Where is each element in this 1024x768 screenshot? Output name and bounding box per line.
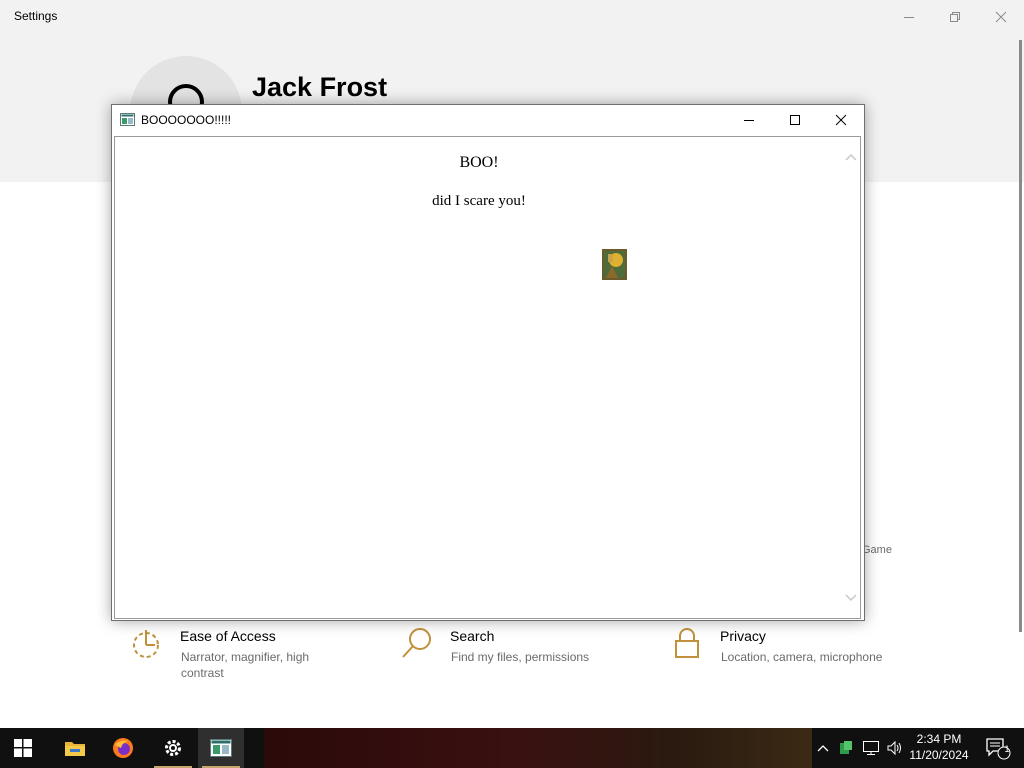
category-title: Privacy bbox=[720, 628, 766, 644]
boo-maximize-button[interactable] bbox=[772, 105, 818, 134]
show-hidden-icons-button[interactable] bbox=[814, 728, 832, 768]
settings-titlebar: Settings bbox=[0, 0, 1024, 34]
boo-app-taskbar-button[interactable] bbox=[198, 728, 244, 768]
notification-count: 1 bbox=[1004, 744, 1010, 754]
boo-minimize-button[interactable] bbox=[726, 105, 772, 134]
firefox-button[interactable] bbox=[100, 728, 146, 768]
spooky-image bbox=[602, 249, 627, 280]
settings-scrollbar[interactable] bbox=[1019, 40, 1022, 632]
clock-date: 11/20/2024 bbox=[909, 748, 969, 762]
chevron-up-icon bbox=[817, 745, 829, 752]
boo-popup-window: BOOOOOOO!!!!! BOO! did I scare you! bbox=[111, 104, 865, 621]
ease-of-access-icon bbox=[133, 630, 159, 658]
firefox-icon bbox=[113, 738, 133, 758]
category-privacy[interactable]: Privacy Location, camera, microphone bbox=[670, 622, 910, 682]
start-button[interactable] bbox=[0, 728, 46, 768]
settings-taskbar-button[interactable] bbox=[150, 728, 196, 768]
category-description: Narrator, magnifier, high contrast bbox=[181, 649, 309, 681]
speaker-icon bbox=[887, 740, 901, 756]
network-button[interactable] bbox=[860, 728, 882, 768]
boo-window-title: BOOOOOOO!!!!! bbox=[141, 113, 232, 127]
settings-minimize-button[interactable] bbox=[886, 4, 932, 30]
close-icon bbox=[995, 11, 1007, 23]
settings-restore-button[interactable] bbox=[932, 4, 978, 30]
scroll-down-arrow-icon[interactable] bbox=[844, 590, 858, 604]
app-window-icon bbox=[210, 739, 232, 757]
lock-icon bbox=[675, 628, 699, 658]
boo-close-button[interactable] bbox=[818, 105, 864, 134]
maximize-icon bbox=[790, 114, 800, 125]
clock-time: 2:34 PM bbox=[916, 732, 962, 746]
minimize-icon bbox=[904, 17, 914, 18]
user-name: Jack Frost bbox=[252, 72, 388, 102]
close-icon bbox=[835, 114, 847, 125]
scroll-up-arrow-icon[interactable] bbox=[844, 151, 858, 165]
category-description-line: Find my files, permissions bbox=[451, 650, 590, 664]
category-description-line: Location, camera, microphone bbox=[721, 650, 883, 664]
action-center-button[interactable]: 1 bbox=[978, 728, 1018, 768]
category-description-line: Narrator, magnifier, high bbox=[181, 650, 310, 664]
boo-titlebar[interactable]: BOOOOOOO!!!!! bbox=[112, 105, 864, 136]
minimize-icon bbox=[744, 119, 754, 121]
restore-icon bbox=[950, 12, 960, 22]
boo-message: did I scare you! bbox=[432, 193, 526, 209]
category-title: Search bbox=[450, 628, 495, 644]
tray-app-button[interactable] bbox=[836, 728, 856, 768]
network-icon bbox=[863, 741, 879, 755]
category-ease-of-access[interactable]: Ease of Access Narrator, magnifier, high… bbox=[130, 622, 360, 682]
boo-content-area[interactable]: BOO! did I scare you! bbox=[114, 136, 861, 619]
tray-app-icon bbox=[840, 741, 852, 754]
taskbar-wallpaper-area bbox=[264, 728, 812, 768]
folder-icon bbox=[65, 742, 85, 756]
boo-heading: BOO! bbox=[459, 154, 499, 171]
taskbar: 2:34 PM 11/20/2024 1 bbox=[0, 728, 1024, 768]
category-search[interactable]: Search Find my files, permissions bbox=[400, 622, 630, 682]
hidden-category-label: Game bbox=[862, 544, 892, 556]
taskbar-clock[interactable]: 2:34 PM 11/20/2024 bbox=[906, 731, 972, 763]
settings-window-title: Settings bbox=[14, 9, 58, 23]
category-title: Ease of Access bbox=[180, 628, 276, 644]
app-window-icon bbox=[120, 113, 135, 126]
category-description-line: contrast bbox=[181, 666, 224, 680]
category-description: Location, camera, microphone bbox=[721, 649, 882, 665]
volume-button[interactable] bbox=[884, 728, 906, 768]
search-icon bbox=[402, 628, 431, 658]
file-explorer-button[interactable] bbox=[52, 728, 98, 768]
windows-logo-icon bbox=[14, 739, 32, 757]
category-description: Find my files, permissions bbox=[451, 649, 589, 665]
gear-icon bbox=[165, 740, 181, 756]
settings-close-button[interactable] bbox=[978, 4, 1024, 30]
